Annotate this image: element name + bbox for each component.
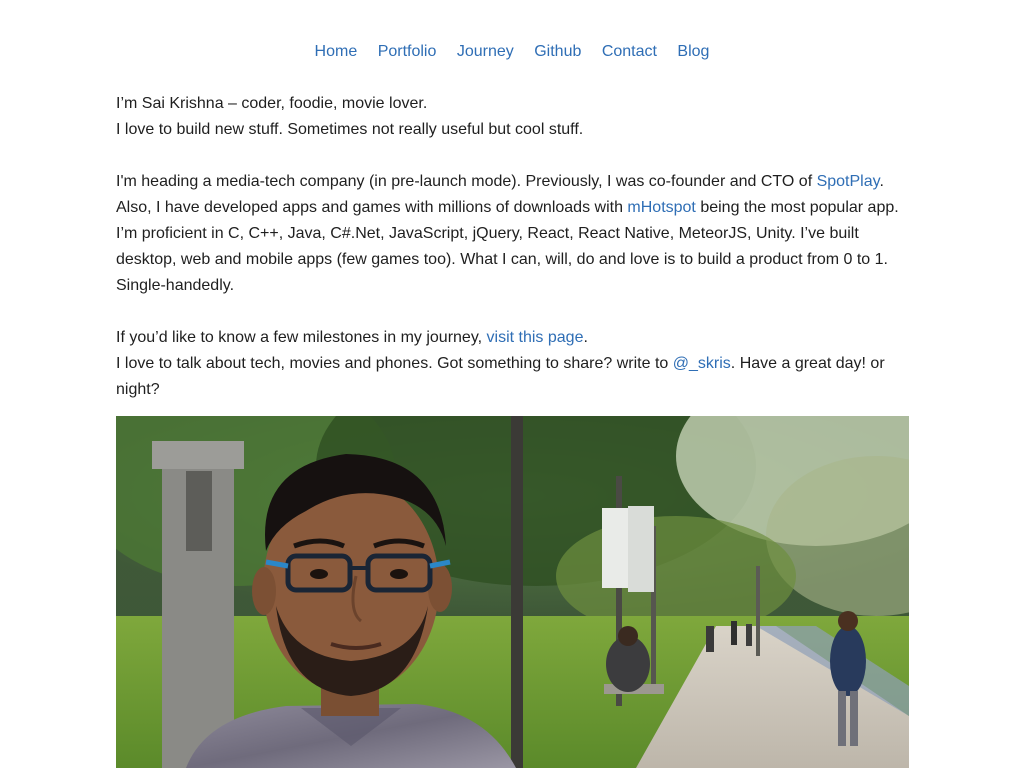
intro-paragraph: I’m Sai Krishna – coder, foodie, movie l… (116, 91, 910, 143)
nav-blog-link[interactable]: Blog (677, 41, 709, 63)
nav-contact-link[interactable]: Contact (602, 41, 657, 63)
intro-line-1: I’m Sai Krishna – coder, foodie, movie l… (116, 95, 428, 112)
spotplay-link[interactable]: SpotPlay (817, 173, 880, 190)
nav-portfolio-link[interactable]: Portfolio (378, 41, 437, 63)
journey-paragraph: If you’d like to know a few milestones i… (116, 325, 910, 403)
mhotspot-link[interactable]: mHotspot (627, 199, 695, 216)
profile-photo (116, 416, 909, 768)
main-content: I’m Sai Krishna – coder, foodie, movie l… (116, 91, 910, 403)
journey-text-1: If you’d like to know a few milestones i… (116, 329, 487, 346)
journey-page-link[interactable]: visit this page (487, 329, 584, 346)
about-paragraph: I'm heading a media-tech company (in pre… (116, 169, 910, 299)
nav-journey-link[interactable]: Journey (457, 41, 514, 63)
journey-text-2: . (583, 329, 588, 346)
intro-line-2: I love to build new stuff. Sometimes not… (116, 121, 584, 138)
about-text-1: I'm heading a media-tech company (in pre… (116, 173, 817, 190)
profile-photo-illustration (116, 416, 909, 768)
nav-github-link[interactable]: Github (534, 41, 581, 63)
nav-home-link[interactable]: Home (315, 41, 358, 63)
main-nav: Home Portfolio Journey Github Contact Bl… (0, 41, 1024, 63)
twitter-handle-link[interactable]: @_skris (673, 355, 731, 372)
contact-text-1: I love to talk about tech, movies and ph… (116, 355, 673, 372)
